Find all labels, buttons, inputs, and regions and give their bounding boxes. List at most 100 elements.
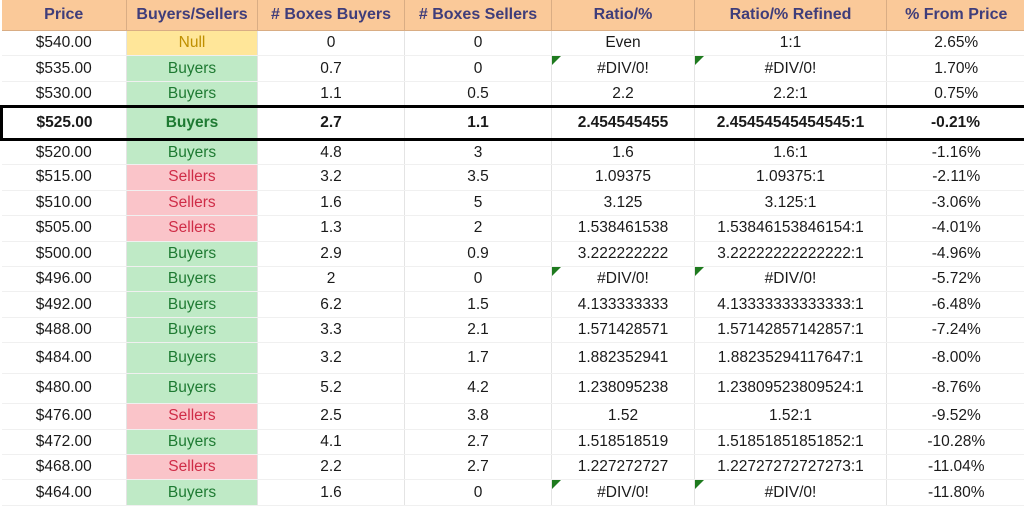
cell-ratio[interactable]: 1.538461538 — [551, 215, 695, 242]
cell-ratio-refined[interactable]: 1.23809523809524:1 — [694, 373, 887, 405]
cell-boxes-buyers[interactable]: 4.8 — [257, 139, 405, 166]
cell-ratio[interactable]: 1.6 — [551, 139, 695, 166]
cell-price[interactable]: $525.00 — [0, 105, 127, 141]
cell-price[interactable]: $484.00 — [1, 342, 127, 374]
cell-buyers-sellers[interactable]: Buyers — [126, 105, 258, 141]
cell-ratio[interactable]: #DIV/0! — [551, 55, 695, 82]
cell-boxes-buyers[interactable]: 1.6 — [257, 190, 405, 217]
cell-pct-from-price[interactable]: -10.28% — [886, 429, 1024, 456]
cell-ratio-refined[interactable]: 1.22727272727273:1 — [694, 454, 887, 481]
cell-ratio-refined[interactable]: 1.51851851851852:1 — [694, 429, 887, 456]
table-row[interactable]: $500.00 Buyers 2.9 0.9 3.222222222 3.22222222… — [1, 241, 1024, 267]
table-row[interactable]: $484.00 Buyers 3.2 1.7 1.882352941 1.88235294… — [1, 342, 1024, 374]
cell-buyers-sellers[interactable]: Buyers — [126, 429, 258, 456]
table-row[interactable]: $530.00 Buyers 1.1 0.5 2.2 2.2:1 0.75% — [1, 81, 1024, 108]
cell-boxes-buyers[interactable]: 2.9 — [257, 241, 405, 267]
cell-boxes-sellers[interactable]: 4.2 — [404, 373, 552, 405]
cell-ratio[interactable]: 2.454545455 — [551, 105, 695, 141]
cell-boxes-sellers[interactable]: 0 — [404, 266, 552, 293]
cell-price[interactable]: $496.00 — [1, 266, 127, 293]
table-row[interactable]: $525.00 Buyers 2.7 1.1 2.454545455 2.45454545… — [0, 105, 1024, 141]
cell-boxes-buyers[interactable]: 1.1 — [257, 81, 405, 108]
cell-pct-from-price[interactable]: -3.06% — [886, 190, 1024, 217]
cell-buyers-sellers[interactable]: Buyers — [126, 342, 258, 374]
cell-price[interactable]: $476.00 — [1, 403, 127, 430]
cell-ratio[interactable]: 2.2 — [551, 81, 695, 108]
cell-price[interactable]: $535.00 — [1, 55, 127, 82]
cell-ratio[interactable]: 1.882352941 — [551, 342, 695, 374]
column-header-boxes_sell[interactable]: # Boxes Sellers — [404, 0, 552, 31]
cell-price[interactable]: $464.00 — [1, 479, 127, 506]
cell-boxes-buyers[interactable]: 2.2 — [257, 454, 405, 481]
cell-pct-from-price[interactable]: -8.76% — [886, 373, 1024, 405]
cell-buyers-sellers[interactable]: Buyers — [126, 291, 258, 318]
cell-ratio[interactable]: 3.125 — [551, 190, 695, 217]
table-row[interactable]: $515.00 Sellers 3.2 3.5 1.09375 1.09375:1 -2.1… — [1, 164, 1024, 191]
cell-price[interactable]: $505.00 — [1, 215, 127, 242]
table-row[interactable]: $468.00 Sellers 2.2 2.7 1.227272727 1.2272727… — [1, 454, 1024, 481]
cell-pct-from-price[interactable]: -4.01% — [886, 215, 1024, 242]
cell-boxes-sellers[interactable]: 2.7 — [404, 454, 552, 481]
cell-price[interactable]: $520.00 — [1, 139, 127, 166]
cell-ratio-refined[interactable]: 1.53846153846154:1 — [694, 215, 887, 242]
table-row[interactable]: $505.00 Sellers 1.3 2 1.538461538 1.538461538… — [1, 215, 1024, 242]
cell-ratio-refined[interactable]: 1.6:1 — [694, 139, 887, 166]
cell-pct-from-price[interactable]: 2.65% — [886, 30, 1024, 57]
cell-ratio[interactable]: 3.222222222 — [551, 241, 695, 267]
column-header-price[interactable]: Price — [1, 0, 127, 31]
cell-pct-from-price[interactable]: -1.16% — [886, 139, 1024, 166]
table-row[interactable]: $464.00 Buyers 1.6 0 #DIV/0! #DIV/0! -11.80% — [1, 479, 1024, 506]
cell-boxes-buyers[interactable]: 1.3 — [257, 215, 405, 242]
column-header-ratio[interactable]: Ratio/% — [551, 0, 695, 31]
cell-buyers-sellers[interactable]: Sellers — [126, 454, 258, 481]
cell-buyers-sellers[interactable]: Buyers — [126, 55, 258, 82]
cell-boxes-sellers[interactable]: 1.5 — [404, 291, 552, 318]
cell-price[interactable]: $468.00 — [1, 454, 127, 481]
cell-pct-from-price[interactable]: -8.00% — [886, 342, 1024, 374]
cell-pct-from-price[interactable]: -9.52% — [886, 403, 1024, 430]
cell-buyers-sellers[interactable]: Null — [126, 30, 258, 57]
cell-pct-from-price[interactable]: -7.24% — [886, 317, 1024, 344]
cell-pct-from-price[interactable]: -11.04% — [886, 454, 1024, 481]
cell-boxes-sellers[interactable]: 2.1 — [404, 317, 552, 344]
table-row[interactable]: $476.00 Sellers 2.5 3.8 1.52 1.52:1 -9.52% — [1, 403, 1024, 430]
cell-pct-from-price[interactable]: 1.70% — [886, 55, 1024, 82]
cell-boxes-sellers[interactable]: 2.7 — [404, 429, 552, 456]
cell-ratio-refined[interactable]: #DIV/0! — [694, 479, 887, 506]
table-row[interactable]: $480.00 Buyers 5.2 4.2 1.238095238 1.23809523… — [1, 373, 1024, 405]
cell-boxes-sellers[interactable]: 3.8 — [404, 403, 552, 430]
cell-ratio-refined[interactable]: 1.52:1 — [694, 403, 887, 430]
cell-pct-from-price[interactable]: 0.75% — [886, 81, 1024, 108]
cell-ratio[interactable]: Even — [551, 30, 695, 57]
cell-buyers-sellers[interactable]: Buyers — [126, 241, 258, 267]
cell-ratio[interactable]: #DIV/0! — [551, 479, 695, 506]
table-row[interactable]: $535.00 Buyers 0.7 0 #DIV/0! #DIV/0! 1.70% — [1, 55, 1024, 82]
column-header-ratio_ref[interactable]: Ratio/% Refined — [694, 0, 887, 31]
cell-pct-from-price[interactable]: -6.48% — [886, 291, 1024, 318]
cell-ratio-refined[interactable]: 1:1 — [694, 30, 887, 57]
cell-pct-from-price[interactable]: -0.21% — [886, 105, 1024, 141]
cell-buyers-sellers[interactable]: Buyers — [126, 139, 258, 166]
cell-boxes-buyers[interactable]: 4.1 — [257, 429, 405, 456]
cell-boxes-buyers[interactable]: 2 — [257, 266, 405, 293]
cell-ratio-refined[interactable]: 1.09375:1 — [694, 164, 887, 191]
cell-price[interactable]: $488.00 — [1, 317, 127, 344]
cell-ratio[interactable]: #DIV/0! — [551, 266, 695, 293]
cell-pct-from-price[interactable]: -2.11% — [886, 164, 1024, 191]
column-header-bs[interactable]: Buyers/Sellers — [126, 0, 258, 31]
cell-boxes-sellers[interactable]: 2 — [404, 215, 552, 242]
cell-boxes-buyers[interactable]: 0 — [257, 30, 405, 57]
column-header-boxes_buy[interactable]: # Boxes Buyers — [257, 0, 405, 31]
cell-ratio-refined[interactable]: 1.57142857142857:1 — [694, 317, 887, 344]
cell-pct-from-price[interactable]: -5.72% — [886, 266, 1024, 293]
cell-buyers-sellers[interactable]: Sellers — [126, 215, 258, 242]
cell-ratio-refined[interactable]: 2.2:1 — [694, 81, 887, 108]
cell-ratio-refined[interactable]: 2.45454545454545:1 — [694, 105, 887, 141]
cell-boxes-sellers[interactable]: 5 — [404, 190, 552, 217]
cell-boxes-buyers[interactable]: 3.3 — [257, 317, 405, 344]
cell-buyers-sellers[interactable]: Buyers — [126, 479, 258, 506]
cell-boxes-sellers[interactable]: 1.7 — [404, 342, 552, 374]
cell-boxes-buyers[interactable]: 3.2 — [257, 164, 405, 191]
cell-boxes-sellers[interactable]: 0 — [404, 55, 552, 82]
table-row[interactable]: $488.00 Buyers 3.3 2.1 1.571428571 1.57142857… — [1, 317, 1024, 344]
